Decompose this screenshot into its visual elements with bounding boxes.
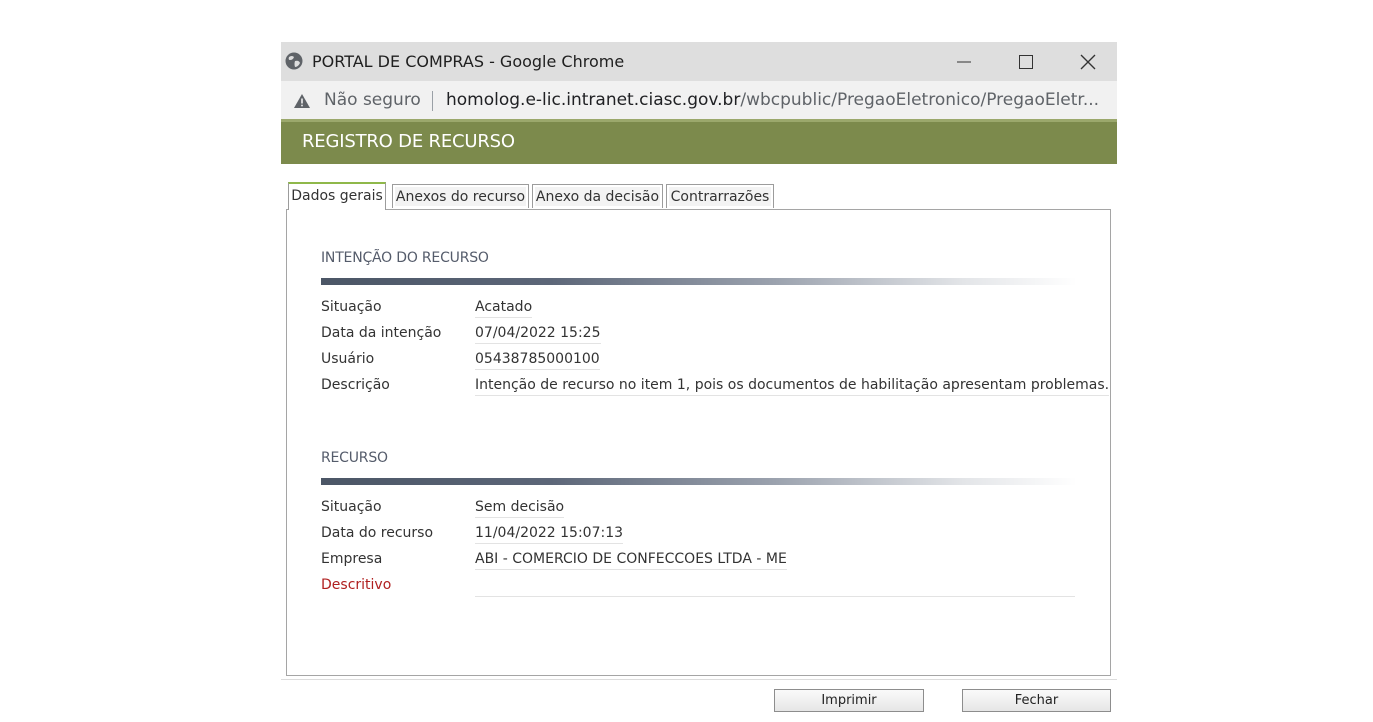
url-path: /wbcpublic/PregaoEletronico/PregaoEletr.…: [740, 90, 1100, 110]
page-title: REGISTRO DE RECURSO: [302, 131, 515, 152]
url-text[interactable]: homolog.e-lic.intranet.ciasc.gov.br/wbcp…: [446, 90, 1101, 110]
tab-dados-gerais[interactable]: Dados gerais: [288, 182, 386, 210]
security-label[interactable]: Não seguro: [324, 90, 421, 110]
section-divider: [321, 278, 1077, 285]
close-icon: [1080, 54, 1096, 69]
globe-icon: [285, 52, 303, 70]
field-value: Acatado: [475, 299, 533, 318]
field-value: 07/04/2022 15:25: [475, 325, 601, 344]
field-value-descritivo: [475, 577, 1075, 597]
field-label: Empresa: [321, 551, 383, 567]
warning-icon[interactable]: [293, 93, 311, 109]
field-label-descritivo: Descritivo: [321, 577, 392, 593]
field-value: ABI - COMERCIO DE CONFECCOES LTDA - ME: [475, 551, 787, 570]
title-bar: PORTAL DE COMPRAS - Google Chrome: [281, 42, 1117, 81]
url-host: homolog.e-lic.intranet.ciasc.gov.br: [446, 90, 741, 110]
tab-contrarrazoes[interactable]: Contrarrazões: [666, 184, 774, 208]
field-label: Descrição: [321, 377, 390, 393]
page-header: REGISTRO DE RECURSO: [281, 119, 1117, 164]
field-value: 11/04/2022 15:07:13: [475, 525, 624, 544]
section-divider: [321, 478, 1077, 485]
section-title-recurso: RECURSO: [321, 450, 388, 466]
section-title-intencao: INTENÇÃO DO RECURSO: [321, 250, 489, 266]
minimize-icon: [957, 61, 971, 62]
window-title: PORTAL DE COMPRAS - Google Chrome: [312, 52, 625, 71]
close-button[interactable]: Fechar: [962, 689, 1111, 712]
address-bar[interactable]: Não seguro homolog.e-lic.intranet.ciasc.…: [281, 81, 1117, 119]
tab-anexo-da-decisao[interactable]: Anexo da decisão: [532, 184, 663, 208]
field-value: Sem decisão: [475, 499, 565, 518]
field-label: Data do recurso: [321, 525, 434, 541]
address-separator: [432, 91, 433, 111]
maximize-icon: [1019, 54, 1033, 69]
tab-anexos-do-recurso[interactable]: Anexos do recurso: [392, 184, 529, 208]
field-label: Usuário: [321, 351, 375, 367]
print-button[interactable]: Imprimir: [774, 689, 924, 712]
field-label: Data da intenção: [321, 325, 442, 341]
minimize-button[interactable]: [933, 42, 995, 81]
maximize-button[interactable]: [995, 42, 1057, 81]
field-value: 05438785000100: [475, 351, 600, 370]
field-label: Situação: [321, 299, 382, 315]
browser-window: PORTAL DE COMPRAS - Google Chrome Não se…: [281, 42, 1117, 722]
close-window-button[interactable]: [1057, 42, 1119, 81]
tab-panel: INTENÇÃO DO RECURSO Situação Acatado Dat…: [286, 209, 1111, 676]
footer-divider: [281, 679, 1117, 680]
field-value: Intenção de recurso no item 1, pois os d…: [475, 377, 1110, 396]
field-label: Situação: [321, 499, 382, 515]
